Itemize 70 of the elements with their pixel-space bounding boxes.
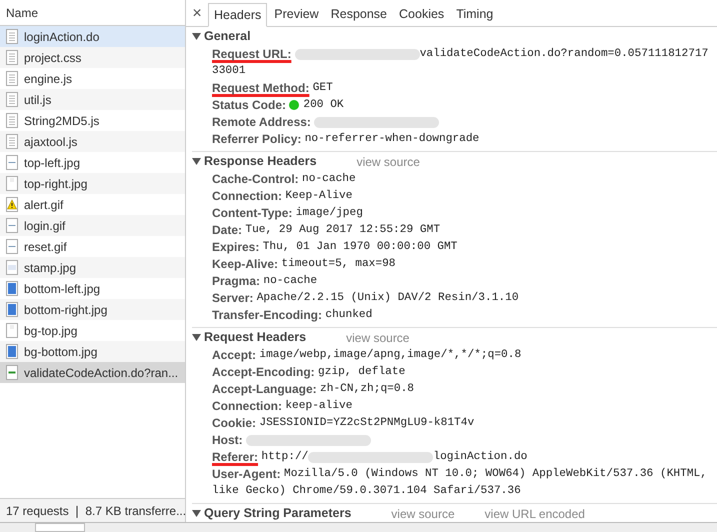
section-toggle[interactable]: Response Headers xyxy=(192,152,317,171)
view-link[interactable]: view source xyxy=(391,504,455,522)
header-row-text: Referer: http:// loginAction.do xyxy=(211,449,528,466)
header-row-text: Content-Type: image/jpeg xyxy=(211,205,364,222)
view-link[interactable]: view URL encoded xyxy=(484,504,585,522)
header-row-text: Request URL: validateCodeAction.do?random=0.05711181271733001 xyxy=(211,46,710,79)
tab[interactable]: Headers xyxy=(208,3,268,27)
request-row[interactable]: ajaxtool.js xyxy=(0,131,185,152)
request-row[interactable]: util.js xyxy=(0,89,185,110)
triangle-down-icon xyxy=(192,157,201,166)
close-button[interactable]: × xyxy=(190,2,204,26)
header-row-text: Date: Tue, 29 Aug 2017 12:55:29 GMT xyxy=(211,222,442,239)
header-row-text: Cookie: JSESSIONID=YZ2cSt2PNMgLU9-k81T4v xyxy=(211,415,476,432)
tab[interactable]: Preview xyxy=(269,2,324,26)
request-row[interactable]: login.gif xyxy=(0,215,185,236)
header-row-text: Keep-Alive: timeout=5, max=98 xyxy=(211,256,397,273)
file-icon xyxy=(6,134,18,149)
header-row-text: Transfer-Encoding: chunked xyxy=(211,307,374,324)
request-row[interactable]: loginAction.do xyxy=(0,26,185,47)
header-row-text: Cache-Control: no-cache xyxy=(211,171,357,188)
header-row-text: Server: Apache/2.2.15 (Unix) DAV/2 Resin/3.1.10 xyxy=(211,290,520,307)
request-row[interactable]: validateCodeAction.do?ran... xyxy=(0,362,185,383)
image-file-icon xyxy=(6,323,18,338)
header-row-text: Accept-Encoding: gzip, deflate xyxy=(211,364,406,381)
image-file-icon xyxy=(6,176,18,191)
file-icon xyxy=(6,92,18,107)
image-file-icon xyxy=(6,239,18,254)
header-row-text: Request Method: GET xyxy=(211,80,334,97)
section-toggle[interactable]: Query String Parameters xyxy=(192,504,352,522)
header-row-text: Accept-Language: zh-CN,zh;q=0.8 xyxy=(211,381,416,398)
drawer-tab[interactable] xyxy=(35,523,85,532)
header-row-text: Connection: keep-alive xyxy=(211,398,354,415)
header-row-text: User-Agent: Mozilla/5.0 (Windows NT 10.0; WOW64) AppleWebKit/537.36 (KHTML, like Gecko) Chrome/59.0.3071.104 Safari/537.36 xyxy=(211,466,708,499)
section-toggle[interactable]: Request Headers xyxy=(192,328,306,347)
tab[interactable]: Cookies xyxy=(394,2,450,26)
header-row: Remote Address: xyxy=(192,114,717,131)
request-row[interactable]: top-right.jpg xyxy=(0,173,185,194)
header-row-text: Pragma: no-cache xyxy=(211,273,318,290)
warning-icon xyxy=(6,197,18,212)
header-row: Host: xyxy=(192,432,717,449)
image-file-icon xyxy=(6,260,18,275)
image-file-icon xyxy=(6,218,18,233)
file-icon xyxy=(6,29,18,44)
triangle-down-icon xyxy=(192,32,201,41)
image-file-icon xyxy=(6,281,18,296)
header-row-text: Status Code: 200 OK xyxy=(211,97,345,114)
request-row[interactable]: bg-bottom.jpg xyxy=(0,341,185,362)
file-icon xyxy=(6,113,18,128)
header-row-text: Connection: Keep-Alive xyxy=(211,188,354,205)
tab[interactable]: Timing xyxy=(451,2,498,26)
header-row-text: Expires: Thu, 01 Jan 1970 00:00:00 GMT xyxy=(211,239,458,256)
view-link[interactable]: view source xyxy=(356,152,420,170)
header-row-text: Referrer Policy: no-referrer-when-downgrade xyxy=(211,131,480,148)
image-file-icon xyxy=(6,344,18,359)
section-toggle[interactable]: General xyxy=(192,27,251,46)
header-row-text: Accept: image/webp,image/apng,image/*,*/*;q=0.8 xyxy=(211,347,522,364)
triangle-down-icon xyxy=(192,333,201,342)
request-row[interactable]: bottom-right.jpg xyxy=(0,299,185,320)
request-row[interactable]: stamp.jpg xyxy=(0,257,185,278)
request-summary: 17 requests ❘ 8.7 KB transferre... xyxy=(5,502,186,520)
view-link[interactable]: view source xyxy=(346,328,410,346)
image-file-icon xyxy=(6,365,18,380)
file-icon xyxy=(6,50,18,65)
image-file-icon xyxy=(6,155,18,170)
column-header[interactable]: Name xyxy=(0,4,38,22)
triangle-down-icon xyxy=(192,509,201,518)
tab[interactable]: Response xyxy=(326,2,392,26)
image-file-icon xyxy=(6,302,18,317)
request-row[interactable]: project.css xyxy=(0,47,185,68)
file-icon xyxy=(6,71,18,86)
